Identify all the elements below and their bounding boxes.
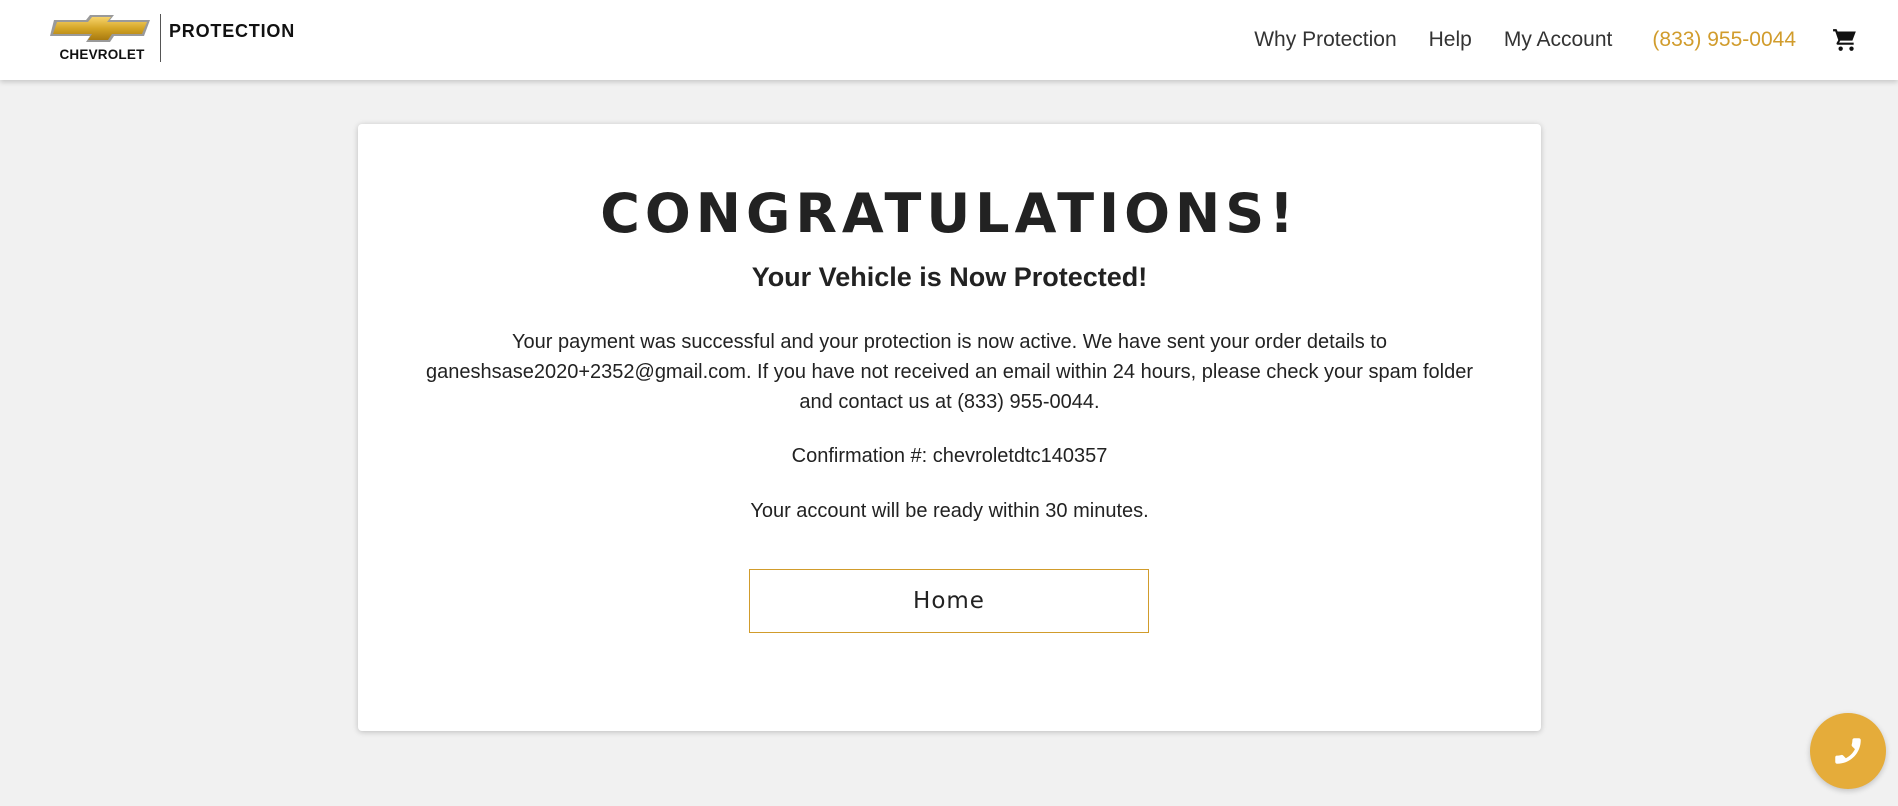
nav-my-account[interactable]: My Account <box>1504 28 1613 52</box>
logo-brand-text: CHEVROLET <box>59 47 145 62</box>
nav-phone-link[interactable]: (833) 955-0044 <box>1652 28 1796 52</box>
logo-divider <box>160 14 161 62</box>
main-nav: Why Protection Help My Account (833) 955… <box>1254 0 1898 80</box>
vehicle-protected-subtitle: Your Vehicle is Now Protected! <box>751 262 1148 292</box>
congratulations-heading: CONGRATULATIONS! <box>600 182 1299 245</box>
payment-success-message: Your payment was successful and your pro… <box>425 331 1474 413</box>
shopping-cart-icon[interactable] <box>1832 27 1858 53</box>
confirmation-number: Confirmation #: chevroletdtc140357 <box>791 445 1108 467</box>
chevrolet-protection-logo[interactable]: CHEVROLET PROTECTION <box>48 14 295 62</box>
chevrolet-bowtie-logo: CHEVROLET <box>48 14 156 62</box>
nav-help[interactable]: Help <box>1429 28 1472 52</box>
nav-why-protection[interactable]: Why Protection <box>1254 28 1396 52</box>
call-button[interactable] <box>1810 713 1886 789</box>
phone-icon <box>1835 738 1861 764</box>
account-ready-notice: Your account will be ready within 30 min… <box>750 500 1149 522</box>
home-button[interactable]: Home <box>749 569 1149 633</box>
logo-product-text: PROTECTION <box>169 20 296 41</box>
confirmation-card: CONGRATULATIONS! Your Vehicle is Now Pro… <box>358 124 1541 731</box>
site-header: CHEVROLET PROTECTION Why Protection Help… <box>0 0 1898 80</box>
